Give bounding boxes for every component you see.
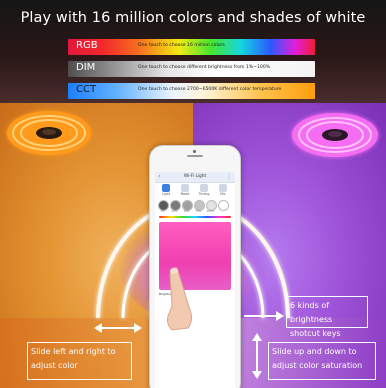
speaker-grill: [187, 155, 203, 157]
app-title: Wi-Fi Light: [183, 174, 207, 179]
tab-label: Mode: [180, 192, 190, 196]
headline: Play with 16 million colors and shades o…: [20, 10, 366, 26]
mode-row-cct: CCT One touch to choose 2700~6500K diffe…: [68, 83, 315, 99]
promo-banner: Play with 16 million colors and shades o…: [0, 0, 386, 388]
callout-slide-left-right: Slide left and right to adjust color: [27, 342, 132, 380]
light-icon: [162, 184, 170, 192]
double-arrow-vertical-icon: [252, 333, 262, 379]
color-spectrum-slider[interactable]: [159, 216, 231, 218]
led-strip-reel-icon: [292, 113, 378, 157]
mode-desc-rgb: One touch to choose 16 million colors: [138, 43, 225, 48]
tab-label: Timing: [198, 192, 210, 196]
brightness-key-label: 50%: [183, 210, 190, 213]
more-icon[interactable]: ⋮: [226, 173, 232, 180]
led-strip-reel-icon: [7, 111, 91, 155]
timing-icon: [200, 184, 208, 192]
callout-shortcut-keys: 6 kinds of brightness shotcut keys: [286, 296, 368, 338]
mode-label-rgb: RGB: [76, 40, 98, 51]
tab-light[interactable]: Light: [159, 184, 173, 197]
brightness-shortcut-keys: 1% 25% 50% 75% 100%: [155, 200, 235, 214]
double-arrow-horizontal-icon: [94, 323, 142, 333]
tab-mode[interactable]: Mode: [178, 184, 192, 197]
brightness-key-label: 100%: [206, 210, 215, 213]
brightness-key-label: 25%: [171, 210, 178, 213]
tab-mic[interactable]: Mic: [216, 184, 230, 197]
mode-row-rgb: RGB One touch to choose 16 million color…: [68, 39, 315, 55]
camera-icon: [193, 150, 196, 153]
header-panel: Play with 16 million colors and shades o…: [0, 0, 386, 103]
mode-row-dim: DIM One touch to choose different bright…: [68, 61, 315, 77]
mode-label-dim: DIM: [76, 62, 96, 73]
brightness-key-label: 75%: [195, 210, 202, 213]
mode-icon: [181, 184, 189, 192]
mode-label-cct: CCT: [76, 84, 97, 95]
callout-slide-up-down: Slide up and down to adjust color satura…: [268, 342, 376, 380]
mode-desc-cct: One touch to choose 2700~6500K different…: [138, 87, 282, 92]
tab-label: Mic: [220, 192, 226, 196]
mode-desc-dim: One touch to choose different brightness…: [138, 65, 271, 70]
app-tabs: Light Mode Timing Mic: [155, 184, 235, 197]
mic-icon: [219, 184, 227, 192]
tab-label: Light: [162, 192, 170, 196]
app-bar: ‹ Wi-Fi Light ⋮: [155, 172, 235, 183]
hand-pointer-icon: [167, 267, 193, 331]
tab-timing[interactable]: Timing: [197, 184, 211, 197]
brightness-key-label: 1%: [160, 210, 165, 213]
brightness-key[interactable]: [218, 200, 229, 211]
